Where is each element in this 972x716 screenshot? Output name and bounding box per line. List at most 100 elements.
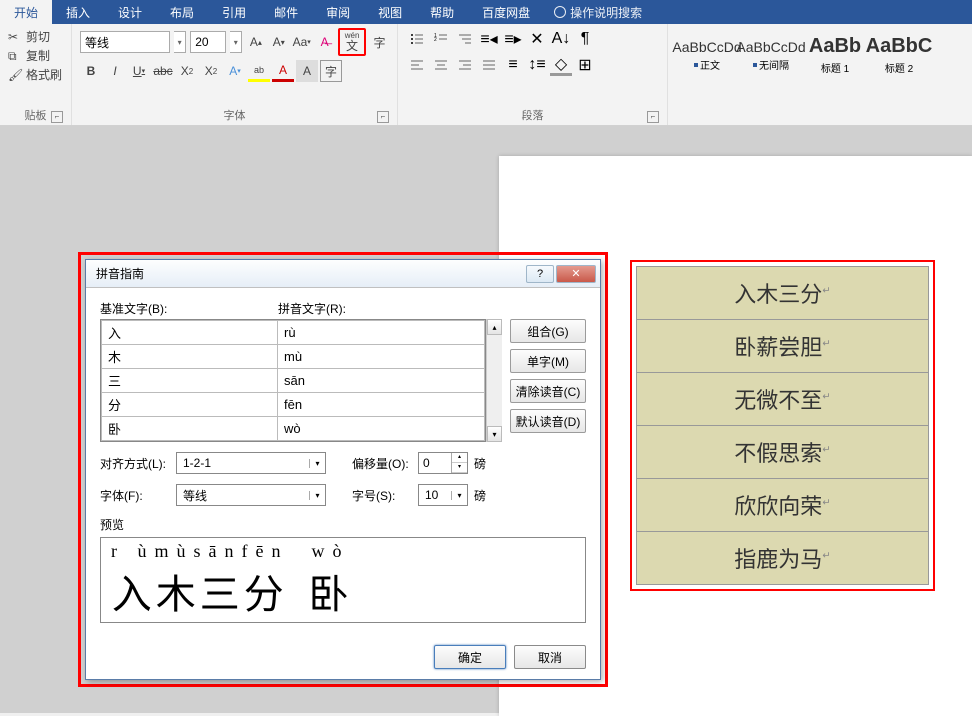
align-left-button[interactable] xyxy=(406,54,428,76)
font-color-button[interactable]: A xyxy=(272,60,294,82)
tab-help[interactable]: 帮助 xyxy=(416,0,468,25)
shrink-font-button[interactable]: A▾ xyxy=(269,31,288,53)
default-reading-button[interactable]: 默认读音(D) xyxy=(510,409,586,433)
base-cell[interactable]: 三 xyxy=(102,369,278,393)
font-size-input[interactable] xyxy=(190,31,226,53)
table-row[interactable]: 欣欣向荣↵ xyxy=(637,479,929,532)
tab-insert[interactable]: 插入 xyxy=(52,0,104,25)
help-button[interactable]: ? xyxy=(526,265,554,283)
char-border-button[interactable]: 字 xyxy=(320,60,342,82)
font-group-label: 字体⌐ xyxy=(80,107,389,123)
offset-spinner[interactable]: ▴▾ xyxy=(418,452,468,474)
clipboard-launcher[interactable]: ⌐ xyxy=(51,111,63,123)
superscript-button[interactable]: X2 xyxy=(200,60,222,82)
clear-reading-button[interactable]: 清除读音(C) xyxy=(510,379,586,403)
tab-review[interactable]: 审阅 xyxy=(312,0,364,25)
strikethrough-button[interactable]: abc xyxy=(152,60,174,82)
ruby-cell[interactable]: fēn xyxy=(278,393,485,417)
cancel-button[interactable]: 取消 xyxy=(514,645,586,669)
line-spacing-button[interactable]: ↕≡ xyxy=(526,54,548,76)
tab-baidu[interactable]: 百度网盘 xyxy=(468,0,544,25)
font-launcher[interactable]: ⌐ xyxy=(377,111,389,123)
align-right-button[interactable] xyxy=(454,54,476,76)
tab-mailings[interactable]: 邮件 xyxy=(260,0,312,25)
style-nospacing[interactable]: AaBbCcDd无间隔 xyxy=(740,28,802,82)
scroll-down-icon[interactable]: ▾ xyxy=(487,426,502,442)
show-marks-button[interactable]: ¶ xyxy=(574,28,596,50)
italic-button[interactable]: I xyxy=(104,60,126,82)
preview-pinyin: r ùmùsānfēn xyxy=(111,541,288,562)
cut-button[interactable]: ✂剪切 xyxy=(8,28,63,45)
preview-hanzi: 入木三分 xyxy=(112,562,288,620)
asian-layout-button[interactable]: ✕ xyxy=(526,28,548,50)
dialog-titlebar[interactable]: 拼音指南 ? ✕ xyxy=(86,260,600,288)
base-cell[interactable]: 入 xyxy=(102,321,278,345)
font-name-dropdown[interactable]: ▾ xyxy=(174,31,186,53)
ruby-cell[interactable]: rù xyxy=(278,321,485,345)
font-combo[interactable]: 等线▾ xyxy=(176,484,326,506)
table-row[interactable]: 入木三分↵ xyxy=(637,267,929,320)
distribute-button[interactable]: ≡ xyxy=(502,54,524,76)
offset-input[interactable] xyxy=(419,453,451,473)
tab-references[interactable]: 引用 xyxy=(208,0,260,25)
change-case-button[interactable]: Aa▾ xyxy=(292,31,311,53)
highlight-button[interactable]: ab xyxy=(248,60,270,82)
style-heading2[interactable]: AaBbC标题 2 xyxy=(868,28,930,82)
base-cell[interactable]: 卧 xyxy=(102,417,278,441)
ruby-cell[interactable]: sān xyxy=(278,369,485,393)
spin-up-icon[interactable]: ▴ xyxy=(452,453,467,463)
scroll-up-icon[interactable]: ▴ xyxy=(487,319,502,335)
single-button[interactable]: 单字(M) xyxy=(510,349,586,373)
enclose-char-button[interactable]: 字 xyxy=(370,31,389,53)
tell-me-search[interactable]: 操作说明搜索 xyxy=(544,4,652,21)
sort-button[interactable]: A↓ xyxy=(550,28,572,50)
bullets-button[interactable] xyxy=(406,28,428,50)
format-painter-button[interactable]: 🖌格式刷 xyxy=(8,66,63,83)
paragraph-launcher[interactable]: ⌐ xyxy=(647,111,659,123)
spin-down-icon[interactable]: ▾ xyxy=(452,463,467,473)
align-combo[interactable]: 1-2-1▾ xyxy=(176,452,326,474)
copy-icon: ⧉ xyxy=(8,49,22,63)
ok-button[interactable]: 确定 xyxy=(434,645,506,669)
table-row[interactable]: 指鹿为马↵ xyxy=(637,532,929,585)
justify-button[interactable] xyxy=(478,54,500,76)
text-effects-button[interactable]: A▾ xyxy=(224,60,246,82)
multilevel-button[interactable] xyxy=(454,28,476,50)
tab-view[interactable]: 视图 xyxy=(364,0,416,25)
phonetic-guide-button[interactable]: wén文 xyxy=(341,31,363,53)
table-row[interactable]: 不假思索↵ xyxy=(637,426,929,479)
tab-layout[interactable]: 布局 xyxy=(156,0,208,25)
increase-indent-button[interactable]: ≡▸ xyxy=(502,28,524,50)
ruby-cell[interactable]: mù xyxy=(278,345,485,369)
base-cell[interactable]: 木 xyxy=(102,345,278,369)
combine-button[interactable]: 组合(G) xyxy=(510,319,586,343)
table-row[interactable]: 无微不至↵ xyxy=(637,373,929,426)
table-row[interactable]: 卧薪尝胆↵ xyxy=(637,320,929,373)
align-center-button[interactable] xyxy=(430,54,452,76)
clear-format-button[interactable]: A̶ xyxy=(315,31,334,53)
style-normal[interactable]: AaBbCcDd正文 xyxy=(676,28,738,82)
underline-button[interactable]: U▾ xyxy=(128,60,150,82)
copy-button[interactable]: ⧉复制 xyxy=(8,47,63,64)
font-size-dropdown[interactable]: ▾ xyxy=(230,31,242,53)
font-name-input[interactable] xyxy=(80,31,170,53)
bold-button[interactable]: B xyxy=(80,60,102,82)
borders-button[interactable]: ⊞ xyxy=(574,54,596,76)
preview-label: 预览 xyxy=(100,516,586,533)
char-shading-button[interactable]: A xyxy=(296,60,318,82)
tab-home[interactable]: 开始 xyxy=(0,0,52,25)
tab-design[interactable]: 设计 xyxy=(104,0,156,25)
size-combo[interactable]: 10▾ xyxy=(418,484,468,506)
dialog-highlight: 拼音指南 ? ✕ 基准文字(B): 拼音文字(R): 入rù 木mù 三sān xyxy=(78,252,608,687)
close-button[interactable]: ✕ xyxy=(556,265,596,283)
numbering-button[interactable]: 12 xyxy=(430,28,452,50)
decrease-indent-button[interactable]: ≡◂ xyxy=(478,28,500,50)
ruby-cell[interactable]: wò xyxy=(278,417,485,441)
grid-scrollbar[interactable]: ▴ ▾ xyxy=(486,319,502,442)
base-cell[interactable]: 分 xyxy=(102,393,278,417)
bulb-icon xyxy=(554,6,566,18)
shading-button[interactable]: ◇ xyxy=(550,54,572,76)
subscript-button[interactable]: X2 xyxy=(176,60,198,82)
style-heading1[interactable]: AaBb标题 1 xyxy=(804,28,866,82)
grow-font-button[interactable]: A▴ xyxy=(246,31,265,53)
